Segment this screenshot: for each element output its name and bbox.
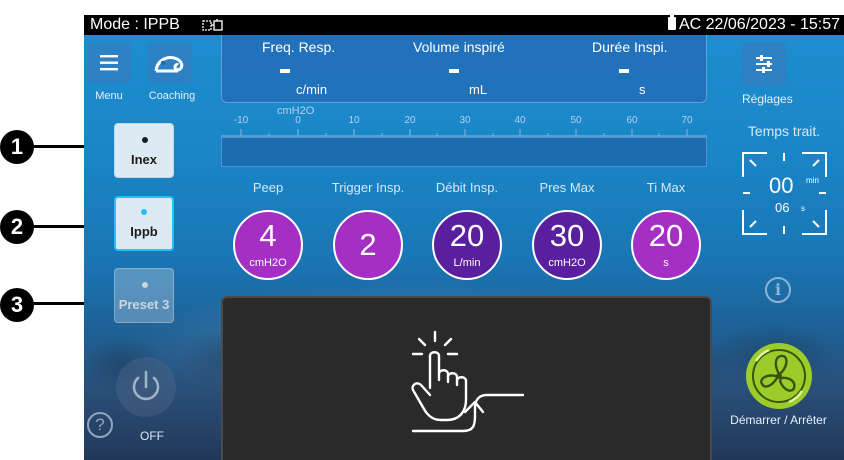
gauge-tick-label: 40 [514, 115, 526, 126]
sliders-icon [756, 55, 772, 73]
gauge-tick-label: 70 [681, 115, 693, 126]
param-unit: cmH2O [249, 257, 287, 269]
start-stop-button[interactable] [744, 341, 814, 411]
gauge-tick-label: -10 [233, 115, 249, 126]
param-trigger-label: Trigger Insp. [331, 180, 405, 195]
help-icon[interactable]: ? [87, 412, 113, 438]
status-right: AC 22/06/2023 - 15:57 [667, 15, 840, 34]
callout-3: 3 [0, 288, 34, 322]
preset-label: Ippb [130, 224, 158, 239]
param-trigger-button[interactable]: 2 [333, 210, 403, 280]
gauge-tick-label: 20 [404, 115, 416, 126]
readouts-panel: Freq. Resp. c/min Volume inspiré mL Duré… [221, 35, 707, 103]
status-bar: Mode : IPPB AC 22/06/2023 - 15:57 [84, 15, 844, 35]
param-unit: cmH2O [548, 257, 586, 269]
timer-min-unit: min [806, 176, 819, 185]
settings-button[interactable] [742, 42, 786, 86]
callout-2: 2 [0, 210, 34, 244]
param-value: 20 [648, 218, 684, 253]
preset-status-dot [142, 137, 148, 143]
preset-3-button[interactable]: Preset 3 [114, 268, 174, 323]
param-debit-label: Débit Insp. [435, 180, 499, 195]
timer-seconds: 06 [775, 200, 790, 215]
gauge-tick-label: 30 [459, 115, 471, 126]
gauge-tick-label: 10 [348, 115, 360, 126]
preset-label: Preset 3 [118, 297, 170, 312]
param-unit: s [663, 257, 669, 269]
timer-sec-unit: s [801, 204, 805, 213]
power-button[interactable] [116, 357, 176, 417]
readout-freq-value [280, 69, 290, 73]
fan-icon [746, 343, 812, 409]
param-presmax-button[interactable]: 30 cmH2O [532, 210, 602, 280]
preset-status-dot [141, 209, 147, 215]
param-peep-button[interactable]: 4 cmH2O [233, 210, 303, 280]
timer-title: Temps trait. [747, 123, 821, 139]
start-stop-label: Démarrer / Arrêter [730, 413, 827, 427]
touch-trigger-icon [411, 330, 525, 433]
gauge-tick-label: 50 [570, 115, 582, 126]
chameleon-icon [154, 56, 184, 73]
power-icon [132, 370, 160, 401]
menu-label: Menu [95, 90, 123, 102]
device-connection-icon [202, 19, 223, 31]
callout-1: 1 [0, 130, 34, 164]
param-value: 4 [259, 218, 277, 253]
param-presmax-label: Pres Max [539, 180, 595, 195]
preset-inex-button[interactable]: Inex [114, 123, 174, 178]
readout-freq-label: Freq. Resp. [262, 39, 336, 55]
param-peep-label: Peep [252, 180, 284, 195]
datetime: 22/06/2023 - 15:57 [705, 16, 840, 33]
readout-duration-value [619, 69, 629, 73]
readout-volume-label: Volume inspiré [413, 39, 505, 55]
preset-status-dot [142, 282, 148, 288]
param-timax-label: Ti Max [646, 180, 686, 195]
readout-duration-unit: s [639, 82, 646, 97]
readout-volume-value [449, 69, 459, 73]
param-value: 30 [549, 218, 585, 253]
battery-icon [667, 15, 676, 30]
gauge-ticks [221, 129, 707, 137]
gauge-scale: -10 0 10 20 30 40 50 60 70 [221, 115, 707, 137]
gauge-tick-label: 60 [626, 115, 638, 126]
hamburger-icon [100, 55, 118, 71]
coaching-label: Coaching [148, 90, 196, 102]
gauge-tick-label: 0 [295, 115, 301, 126]
timer-minutes: 00 [769, 173, 794, 198]
menu-button[interactable] [87, 43, 131, 83]
mode-indicator: Mode : IPPB [90, 16, 180, 33]
pressure-gauge-bar [221, 137, 707, 167]
param-debit-button[interactable]: 20 L/min [432, 210, 502, 280]
info-icon[interactable]: i [765, 277, 791, 303]
settings-label: Réglages [742, 92, 793, 106]
readout-freq-unit: c/min [296, 82, 328, 97]
param-value: 20 [449, 218, 485, 253]
readout-volume-unit: mL [469, 82, 488, 97]
trigger-touch-panel[interactable] [221, 296, 712, 460]
treatment-timer: 00 min 06 s [741, 151, 828, 236]
preset-label: Inex [130, 152, 157, 167]
readout-duration-label: Durée Inspi. [592, 39, 668, 55]
preset-ippb-button[interactable]: Ippb [114, 196, 174, 251]
power-state-label: OFF [140, 429, 164, 443]
param-value: 2 [359, 227, 377, 262]
param-timax-button[interactable]: 20 s [631, 210, 701, 280]
coaching-button[interactable] [148, 43, 192, 83]
device-screen: Mode : IPPB AC 22/06/2023 - 15:57 Menu C… [84, 15, 844, 460]
power-source: AC [678, 16, 702, 33]
param-unit: L/min [453, 257, 481, 269]
